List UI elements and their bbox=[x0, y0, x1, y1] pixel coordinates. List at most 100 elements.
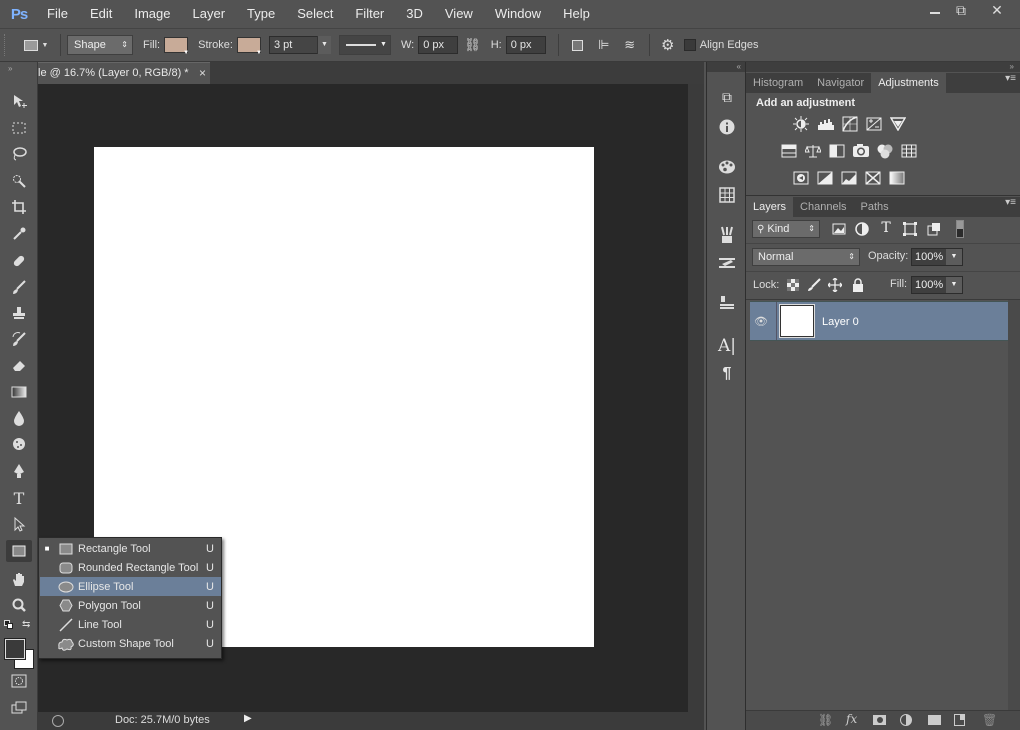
filter-shape-icon[interactable] bbox=[901, 221, 919, 237]
opacity-field[interactable]: 100% ▼ bbox=[911, 248, 963, 266]
tab-paths[interactable]: Paths bbox=[854, 197, 896, 217]
vibrance-icon[interactable] bbox=[889, 116, 907, 132]
collapse-dock-icon[interactable]: » bbox=[746, 62, 1020, 72]
collapse-panel-icon[interactable]: » bbox=[8, 64, 12, 73]
link-icon[interactable]: ⛓ bbox=[464, 37, 481, 53]
character-panel-button[interactable]: A| bbox=[715, 334, 739, 358]
move-tool[interactable] bbox=[6, 90, 32, 112]
screen-mode-button[interactable] bbox=[6, 697, 32, 719]
gradient-tool[interactable] bbox=[6, 381, 32, 403]
menu-help[interactable]: Help bbox=[552, 0, 601, 28]
path-operations-button[interactable] bbox=[565, 33, 591, 57]
path-arrangement-button[interactable]: ≋ bbox=[617, 33, 643, 57]
tab-navigator[interactable]: Navigator bbox=[810, 73, 871, 93]
path-selection-tool[interactable] bbox=[6, 513, 32, 535]
panel-menu-icon[interactable]: ▾≡ bbox=[1005, 197, 1016, 208]
pen-tool[interactable] bbox=[6, 460, 32, 482]
photo-filter-icon[interactable] bbox=[852, 143, 870, 159]
flyout-item-ellipse[interactable]: Ellipse Tool U bbox=[40, 577, 221, 596]
document-tab[interactable]: le @ 16.7% (Layer 0, RGB/8) * × bbox=[38, 62, 210, 84]
flyout-item-rounded-rectangle[interactable]: Rounded Rectangle Tool U bbox=[40, 558, 221, 577]
close-window-button[interactable]: ✕ bbox=[980, 0, 1014, 20]
paragraph-panel-button[interactable]: ¶ bbox=[715, 362, 739, 386]
blur-tool[interactable] bbox=[6, 407, 32, 429]
eraser-tool[interactable] bbox=[6, 354, 32, 376]
lock-position-icon[interactable] bbox=[826, 277, 844, 293]
filter-adjustment-icon[interactable] bbox=[853, 221, 871, 237]
filter-smart-object-icon[interactable] bbox=[925, 221, 943, 237]
selective-color-icon[interactable] bbox=[888, 170, 906, 186]
menu-edit[interactable]: Edit bbox=[79, 0, 123, 28]
brush-tool[interactable] bbox=[6, 276, 32, 298]
filter-pixel-icon[interactable] bbox=[830, 221, 848, 237]
stroke-width-field[interactable]: 3 pt ▼ bbox=[268, 36, 331, 54]
layer-row[interactable]: 👁 Layer 0 bbox=[750, 301, 1008, 341]
hue-saturation-icon[interactable] bbox=[780, 143, 798, 159]
menu-window[interactable]: Window bbox=[484, 0, 552, 28]
menu-filter[interactable]: Filter bbox=[344, 0, 395, 28]
filter-toggle-switch[interactable] bbox=[956, 220, 964, 238]
lock-transparency-icon[interactable] bbox=[784, 277, 802, 293]
levels-icon[interactable] bbox=[817, 116, 835, 132]
close-tab-icon[interactable]: × bbox=[199, 63, 206, 83]
menu-file[interactable]: File bbox=[36, 0, 79, 28]
info-panel-button[interactable] bbox=[715, 115, 739, 139]
rectangle-tool[interactable] bbox=[6, 540, 32, 562]
color-lookup-icon[interactable] bbox=[900, 143, 918, 159]
menu-image[interactable]: Image bbox=[123, 0, 181, 28]
type-tool[interactable]: T bbox=[6, 487, 32, 509]
settings-button[interactable]: ⚙ bbox=[656, 33, 680, 57]
default-colors-icon[interactable] bbox=[4, 620, 14, 629]
curves-icon[interactable] bbox=[841, 116, 859, 132]
expand-dock-icon[interactable]: « bbox=[707, 62, 745, 72]
link-layers-icon[interactable]: ⛓ bbox=[818, 713, 833, 727]
vertical-scrollbar[interactable] bbox=[688, 84, 704, 712]
flyout-item-line[interactable]: Line Tool U bbox=[40, 615, 221, 634]
menu-3d[interactable]: 3D bbox=[395, 0, 434, 28]
grid-panel-button[interactable] bbox=[715, 183, 739, 207]
black-white-icon[interactable] bbox=[828, 143, 846, 159]
threshold-icon[interactable] bbox=[840, 170, 858, 186]
exposure-icon[interactable] bbox=[865, 116, 883, 132]
hand-tool[interactable] bbox=[6, 568, 32, 590]
layer-filter-select[interactable]: ⚲ Kind ⇕ bbox=[752, 220, 820, 238]
invert-icon[interactable] bbox=[792, 170, 810, 186]
layer-style-icon[interactable]: fx bbox=[846, 712, 857, 726]
layers-scrollbar[interactable] bbox=[1008, 300, 1020, 710]
tool-presets-button[interactable] bbox=[715, 251, 739, 275]
new-layer-icon[interactable] bbox=[954, 714, 965, 726]
stroke-type-select[interactable]: ▼ bbox=[338, 35, 391, 55]
width-field[interactable]: 0 px bbox=[418, 36, 459, 54]
healing-brush-tool[interactable] bbox=[6, 250, 32, 272]
brush-presets-button[interactable] bbox=[715, 223, 739, 247]
fill-swatch-button[interactable]: ▼ bbox=[164, 37, 189, 56]
restore-button[interactable]: ⧉ bbox=[944, 0, 978, 20]
marquee-tool[interactable] bbox=[6, 117, 32, 139]
tool-preset-picker[interactable]: ▼ bbox=[18, 33, 54, 57]
new-adjustment-layer-icon[interactable] bbox=[900, 714, 912, 726]
tab-adjustments[interactable]: Adjustments bbox=[871, 73, 946, 93]
status-menu-arrow-icon[interactable]: ▶ bbox=[244, 713, 252, 724]
filter-type-icon[interactable]: T bbox=[877, 220, 895, 236]
swatches-panel-button[interactable] bbox=[715, 155, 739, 179]
character-styles-button[interactable] bbox=[715, 291, 739, 315]
eye-icon[interactable]: 👁 bbox=[754, 315, 768, 328]
eyedropper-tool[interactable] bbox=[6, 223, 32, 245]
new-group-icon[interactable] bbox=[928, 715, 941, 725]
align-edges-checkbox[interactable] bbox=[683, 39, 696, 51]
panel-menu-icon[interactable]: ▾≡ bbox=[1005, 73, 1016, 84]
trash-icon[interactable]: 🗑 bbox=[982, 713, 997, 727]
blend-mode-select[interactable]: Normal ⇕ bbox=[752, 248, 860, 266]
gradient-map-icon[interactable] bbox=[864, 170, 882, 186]
tab-channels[interactable]: Channels bbox=[793, 197, 853, 217]
tab-layers[interactable]: Layers bbox=[746, 197, 794, 217]
height-field[interactable]: 0 px bbox=[505, 36, 546, 54]
foreground-color-swatch[interactable] bbox=[4, 638, 26, 660]
tab-histogram[interactable]: Histogram bbox=[746, 73, 810, 93]
menu-type[interactable]: Type bbox=[236, 0, 286, 28]
add-mask-icon[interactable] bbox=[873, 715, 886, 725]
menu-layer[interactable]: Layer bbox=[182, 0, 237, 28]
history-panel-button[interactable]: ⧉ bbox=[715, 85, 739, 109]
swap-colors-icon[interactable]: ⇆ bbox=[22, 619, 30, 630]
stroke-swatch-button[interactable]: ▼ bbox=[236, 37, 262, 56]
